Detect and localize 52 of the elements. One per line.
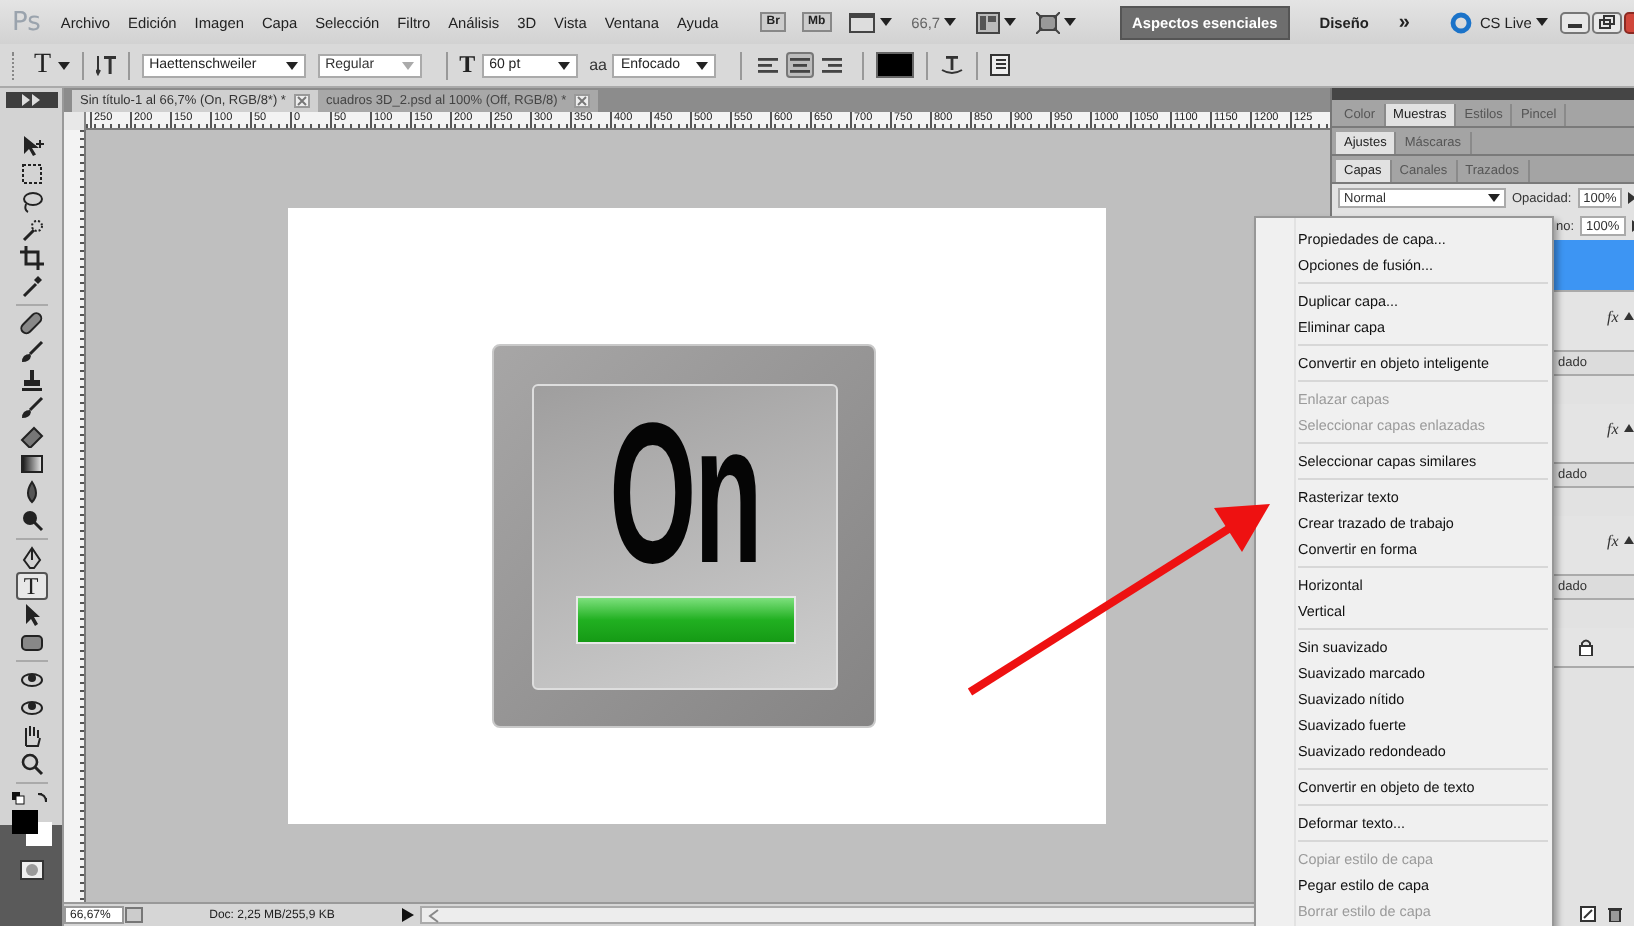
collapse-arrow-icon[interactable]	[1624, 536, 1634, 544]
type-tool-preset[interactable]: T	[34, 49, 52, 81]
align-right-button[interactable]	[818, 52, 847, 78]
color-swatches-icon[interactable]	[9, 808, 53, 848]
scroll-left-icon[interactable]	[428, 907, 440, 923]
caret-icon[interactable]	[879, 18, 892, 26]
panel-icon[interactable]	[990, 54, 1011, 76]
caret-icon[interactable]	[1064, 18, 1077, 26]
type-tool[interactable]: T	[15, 572, 47, 600]
align-left-button[interactable]	[754, 52, 783, 78]
trash-icon[interactable]	[1608, 906, 1623, 922]
collapse-arrow-icon[interactable]	[1624, 312, 1634, 320]
restore-button[interactable]	[1591, 11, 1622, 33]
crop-icon[interactable]	[15, 244, 47, 272]
quick-mask-icon[interactable]	[19, 860, 43, 880]
canvas-text: On	[609, 402, 761, 586]
align-center-button[interactable]	[786, 52, 815, 78]
eraser-icon[interactable]	[15, 422, 47, 450]
warp-text-icon[interactable]	[940, 54, 965, 76]
caret-icon[interactable]	[696, 61, 709, 69]
new-layer-icon[interactable]	[1580, 906, 1597, 922]
fx-label: fx	[1606, 531, 1619, 549]
caret-icon[interactable]	[1004, 18, 1017, 26]
text-color-swatch[interactable]	[876, 52, 915, 78]
more-button[interactable]: »	[1398, 11, 1410, 33]
collapse-icon[interactable]	[5, 92, 57, 108]
fx-label: fx	[1606, 307, 1619, 325]
antialias-icon: aa	[589, 56, 607, 74]
frame-icon[interactable]	[847, 11, 876, 33]
app-logo: Ps	[12, 7, 41, 37]
document-icon[interactable]	[124, 906, 144, 924]
caret-icon[interactable]	[1488, 194, 1500, 202]
collapse-arrow-icon[interactable]	[1624, 424, 1634, 432]
caret-icon[interactable]	[944, 18, 957, 26]
swap-colors-icon[interactable]	[11, 792, 51, 806]
caret-icon[interactable]	[285, 61, 298, 69]
grid-icon[interactable]	[976, 11, 1001, 33]
text-orientation-icon[interactable]	[95, 54, 116, 76]
lock-icon	[1578, 638, 1595, 656]
play-icon[interactable]	[400, 906, 416, 924]
screen-mode-icon[interactable]	[1036, 11, 1061, 33]
font-size-icon: T	[459, 50, 476, 80]
close-icon[interactable]	[574, 94, 591, 108]
caret-icon[interactable]	[1535, 18, 1548, 26]
ring-icon[interactable]	[1449, 11, 1472, 33]
close-icon[interactable]	[293, 94, 310, 108]
arrow-right-icon[interactable]	[1628, 192, 1634, 204]
gradient-icon[interactable]	[15, 450, 47, 478]
minimize-button[interactable]	[1559, 11, 1590, 33]
fx-label: fx	[1606, 419, 1619, 437]
caret-icon[interactable]	[57, 61, 70, 69]
caret-icon[interactable]	[557, 61, 570, 69]
